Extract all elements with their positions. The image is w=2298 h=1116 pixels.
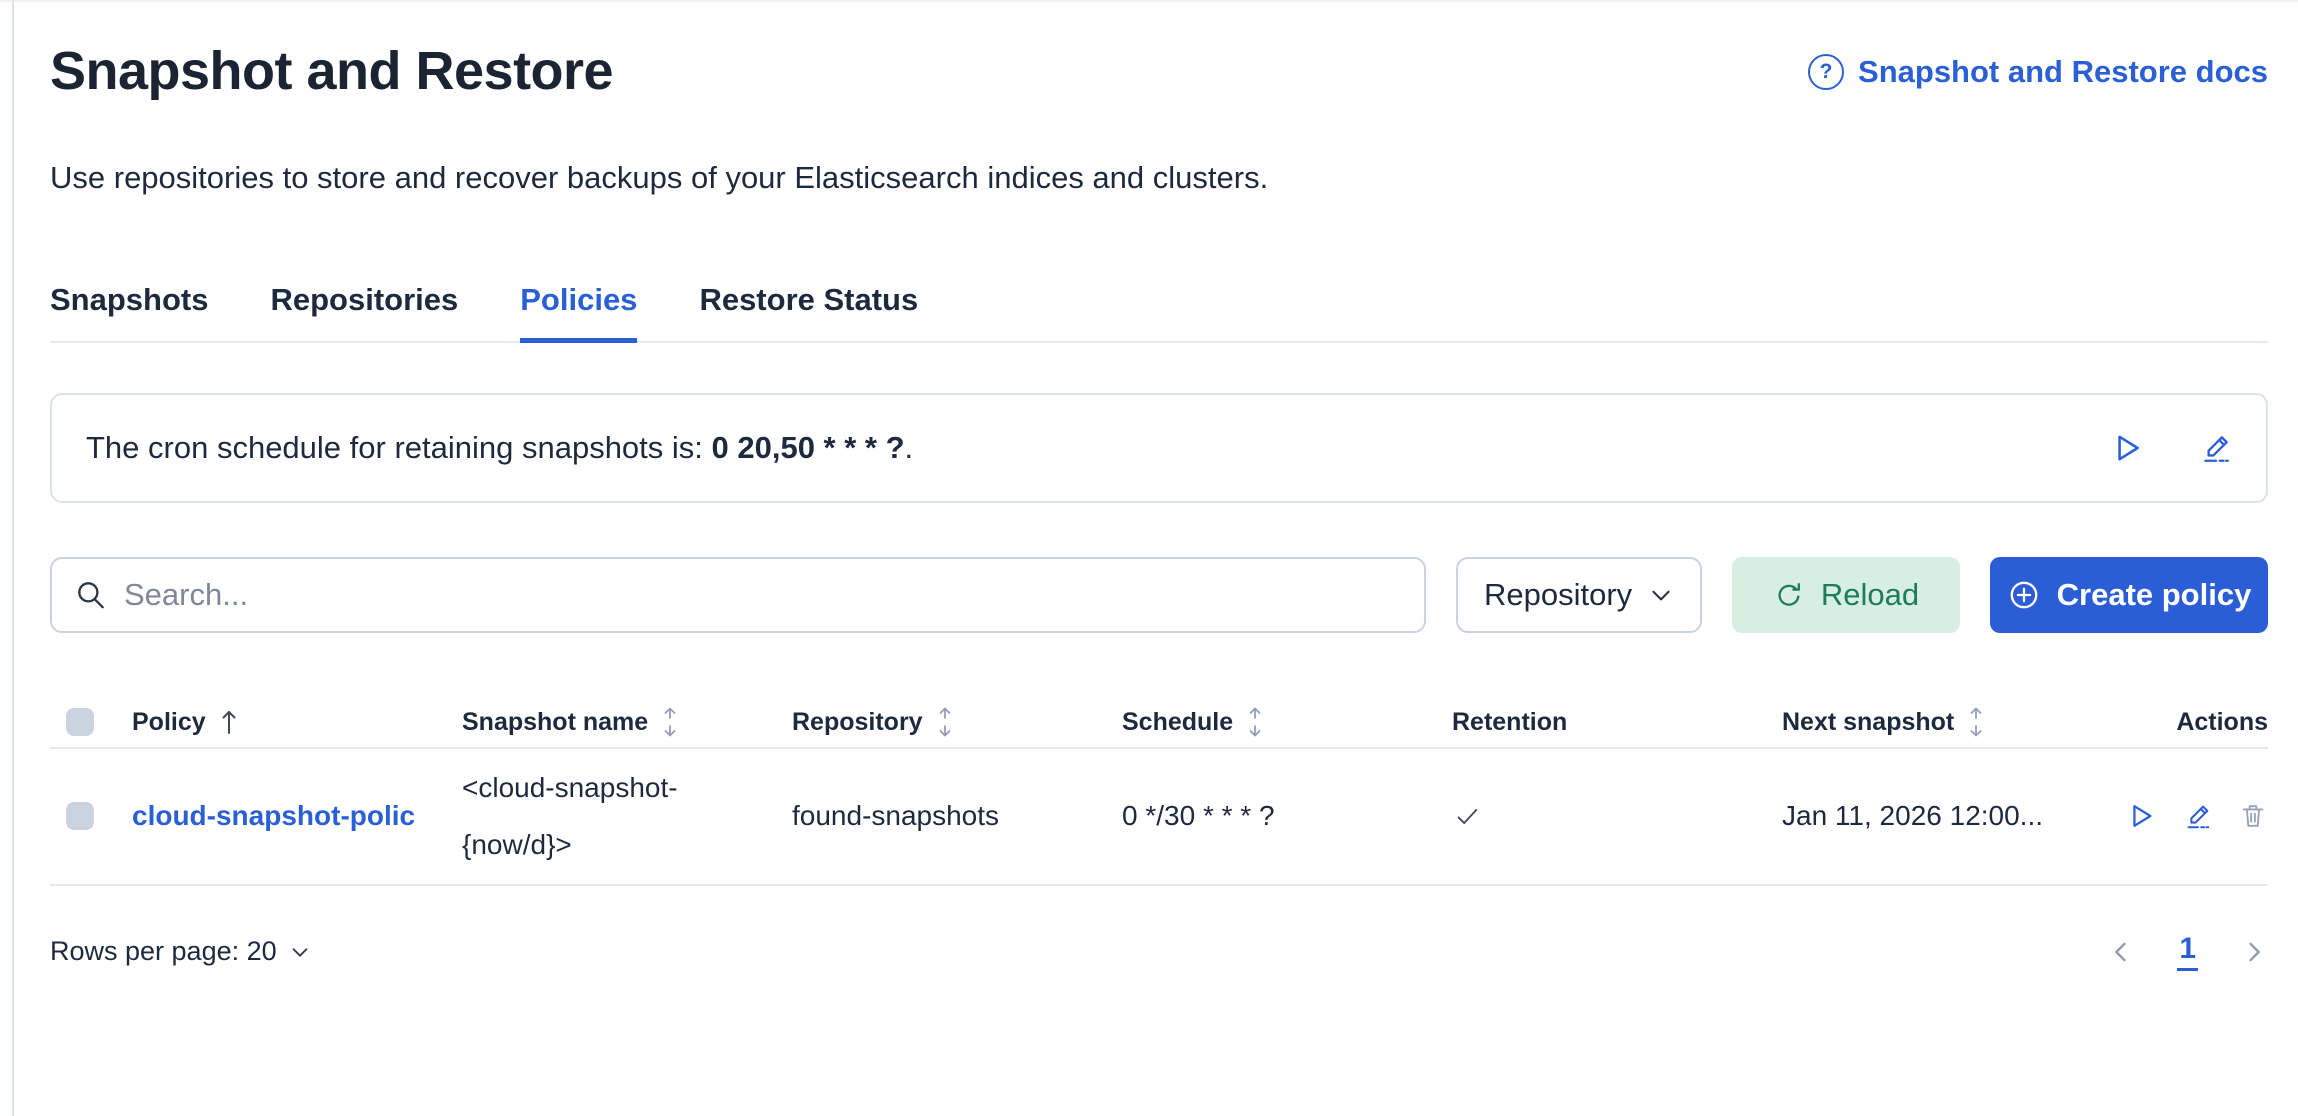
schedule-cell: 0 */30 * * * ? [1122, 800, 1452, 832]
edit-retention-button[interactable] [2198, 431, 2232, 465]
row-checkbox[interactable] [66, 802, 94, 830]
header-retention-label: Retention [1452, 708, 1567, 737]
snapshot-restore-page: Snapshot and Restore ? Snapshot and Rest… [0, 0, 2298, 992]
help-icon: ? [1808, 54, 1844, 90]
tab-restore-status[interactable]: Restore Status [699, 282, 918, 343]
header-actions-label: Actions [2176, 708, 2268, 737]
chevron-down-icon [1648, 582, 1674, 608]
reload-label: Reload [1821, 577, 1919, 613]
header-snapshot-name[interactable]: Snapshot name [462, 705, 792, 739]
sortable-icon [935, 705, 955, 739]
snapshot-name-value: <cloud-snapshot-{now/d}> [462, 749, 710, 884]
next-snapshot-cell: Jan 11, 2026 12:00... [1782, 800, 2112, 832]
search-input[interactable] [124, 577, 1402, 613]
check-icon [1452, 801, 1782, 831]
retention-schedule-text: The cron schedule for retaining snapshot… [86, 430, 913, 466]
plus-circle-icon [2007, 578, 2041, 612]
page-title: Snapshot and Restore [50, 40, 613, 102]
retention-text-suffix: . [905, 430, 914, 465]
docs-link[interactable]: ? Snapshot and Restore docs [1808, 54, 2268, 90]
retention-text-prefix: The cron schedule for retaining snapshot… [86, 430, 712, 465]
page-number-1[interactable]: 1 [2177, 932, 2198, 971]
edit-policy-button[interactable] [2182, 801, 2212, 831]
previous-page-button[interactable] [2107, 938, 2135, 966]
select-all-checkbox[interactable] [66, 708, 94, 736]
top-divider [0, 0, 2298, 2]
header-schedule[interactable]: Schedule [1122, 705, 1452, 739]
play-icon [2126, 801, 2156, 831]
header-policy[interactable]: Policy [132, 707, 462, 737]
row-select-cell [50, 802, 132, 830]
retention-cell [1452, 801, 1782, 831]
header-retention: Retention [1452, 708, 1782, 737]
header-policy-label: Policy [132, 708, 206, 737]
policy-cell: cloud-snapshot-policy [132, 800, 462, 832]
header-snapshot-name-label: Snapshot name [462, 708, 648, 737]
select-all-cell [50, 708, 132, 736]
page-description: Use repositories to store and recover ba… [50, 154, 1315, 202]
chevron-left-icon [2107, 938, 2135, 966]
sort-ascending-icon [218, 707, 240, 737]
reload-button[interactable]: Reload [1732, 557, 1960, 633]
refresh-icon [1773, 579, 1805, 611]
tab-snapshots[interactable]: Snapshots [50, 282, 208, 343]
tab-policies[interactable]: Policies [520, 282, 637, 343]
repository-filter-button[interactable]: Repository [1456, 557, 1702, 633]
cron-expression: 0 20,50 * * * ? [712, 430, 905, 465]
sortable-icon [660, 705, 680, 739]
run-retention-button[interactable] [2110, 431, 2144, 465]
header-repository[interactable]: Repository [792, 705, 1122, 739]
sortable-icon [1966, 705, 1986, 739]
tab-bar: Snapshots Repositories Policies Restore … [50, 282, 2268, 343]
snapshot-name-cell: <cloud-snapshot-{now/d}> [462, 749, 792, 884]
search-icon [74, 578, 108, 612]
policy-name-link[interactable]: cloud-snapshot-policy [132, 800, 414, 832]
pencil-icon [2182, 801, 2212, 831]
policies-table: Policy Snapshot name Repository Schedule [50, 697, 2268, 886]
chevron-right-icon [2240, 938, 2268, 966]
rows-per-page-button[interactable]: Rows per page: 20 [50, 936, 311, 967]
next-page-button[interactable] [2240, 938, 2268, 966]
sortable-icon [1245, 705, 1265, 739]
chevron-down-icon [289, 941, 311, 963]
create-policy-button[interactable]: Create policy [1990, 557, 2268, 633]
table-header-row: Policy Snapshot name Repository Schedule [50, 697, 2268, 749]
search-box [50, 557, 1426, 633]
toolbar: Repository Reload Create policy [50, 557, 2268, 633]
header-next-snapshot-label: Next snapshot [1782, 708, 1954, 737]
trash-icon [2238, 801, 2268, 831]
docs-link-label: Snapshot and Restore docs [1858, 54, 2268, 90]
repository-filter-label: Repository [1484, 577, 1632, 613]
pagination: 1 [2107, 932, 2268, 971]
row-actions [2112, 801, 2268, 831]
pencil-icon [2198, 431, 2232, 465]
header-schedule-label: Schedule [1122, 708, 1233, 737]
header-next-snapshot[interactable]: Next snapshot [1782, 705, 2112, 739]
retention-actions [2110, 431, 2232, 465]
table-row: cloud-snapshot-policy <cloud-snapshot-{n… [50, 749, 2268, 886]
delete-policy-button[interactable] [2238, 801, 2268, 831]
retention-schedule-panel: The cron schedule for retaining snapshot… [50, 393, 2268, 503]
page-header: Snapshot and Restore ? Snapshot and Rest… [50, 40, 2268, 102]
header-actions: Actions [2112, 708, 2268, 737]
rows-per-page-label: Rows per page: 20 [50, 936, 277, 967]
sidebar-edge-divider [12, 0, 14, 1116]
tab-repositories[interactable]: Repositories [270, 282, 458, 343]
repository-cell: found-snapshots [792, 800, 1122, 832]
play-icon [2110, 431, 2144, 465]
header-repository-label: Repository [792, 708, 923, 737]
create-policy-label: Create policy [2057, 577, 2252, 613]
run-policy-button[interactable] [2126, 801, 2156, 831]
table-footer: Rows per page: 20 1 [50, 912, 2268, 992]
